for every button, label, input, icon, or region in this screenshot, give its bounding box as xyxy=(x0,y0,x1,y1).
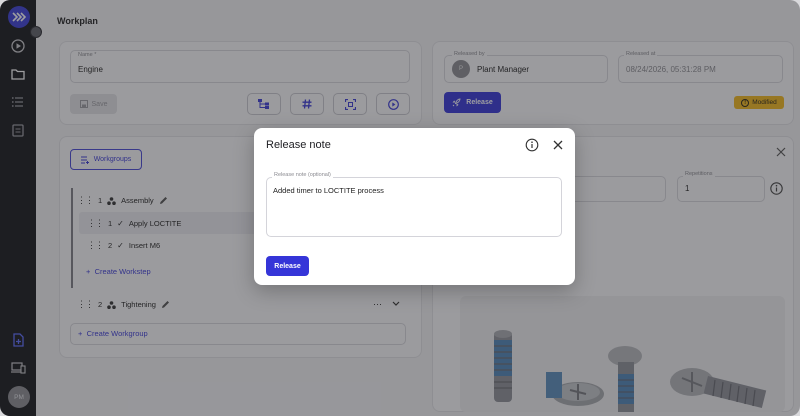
app-window: PM Workplan Name * Engine Save Workgroup… xyxy=(0,0,800,416)
release-note-label: Release note (optional) xyxy=(272,172,333,178)
dialog-title: Release note xyxy=(266,139,331,151)
release-note-value: Added timer to LOCTITE process xyxy=(273,186,384,195)
info-icon[interactable] xyxy=(525,138,539,152)
release-note-dialog: Release note Release note (optional) Add… xyxy=(254,128,575,285)
dialog-release-button-label: Release xyxy=(274,262,301,270)
dialog-release-button[interactable]: Release xyxy=(266,256,309,276)
close-icon[interactable] xyxy=(551,138,565,152)
